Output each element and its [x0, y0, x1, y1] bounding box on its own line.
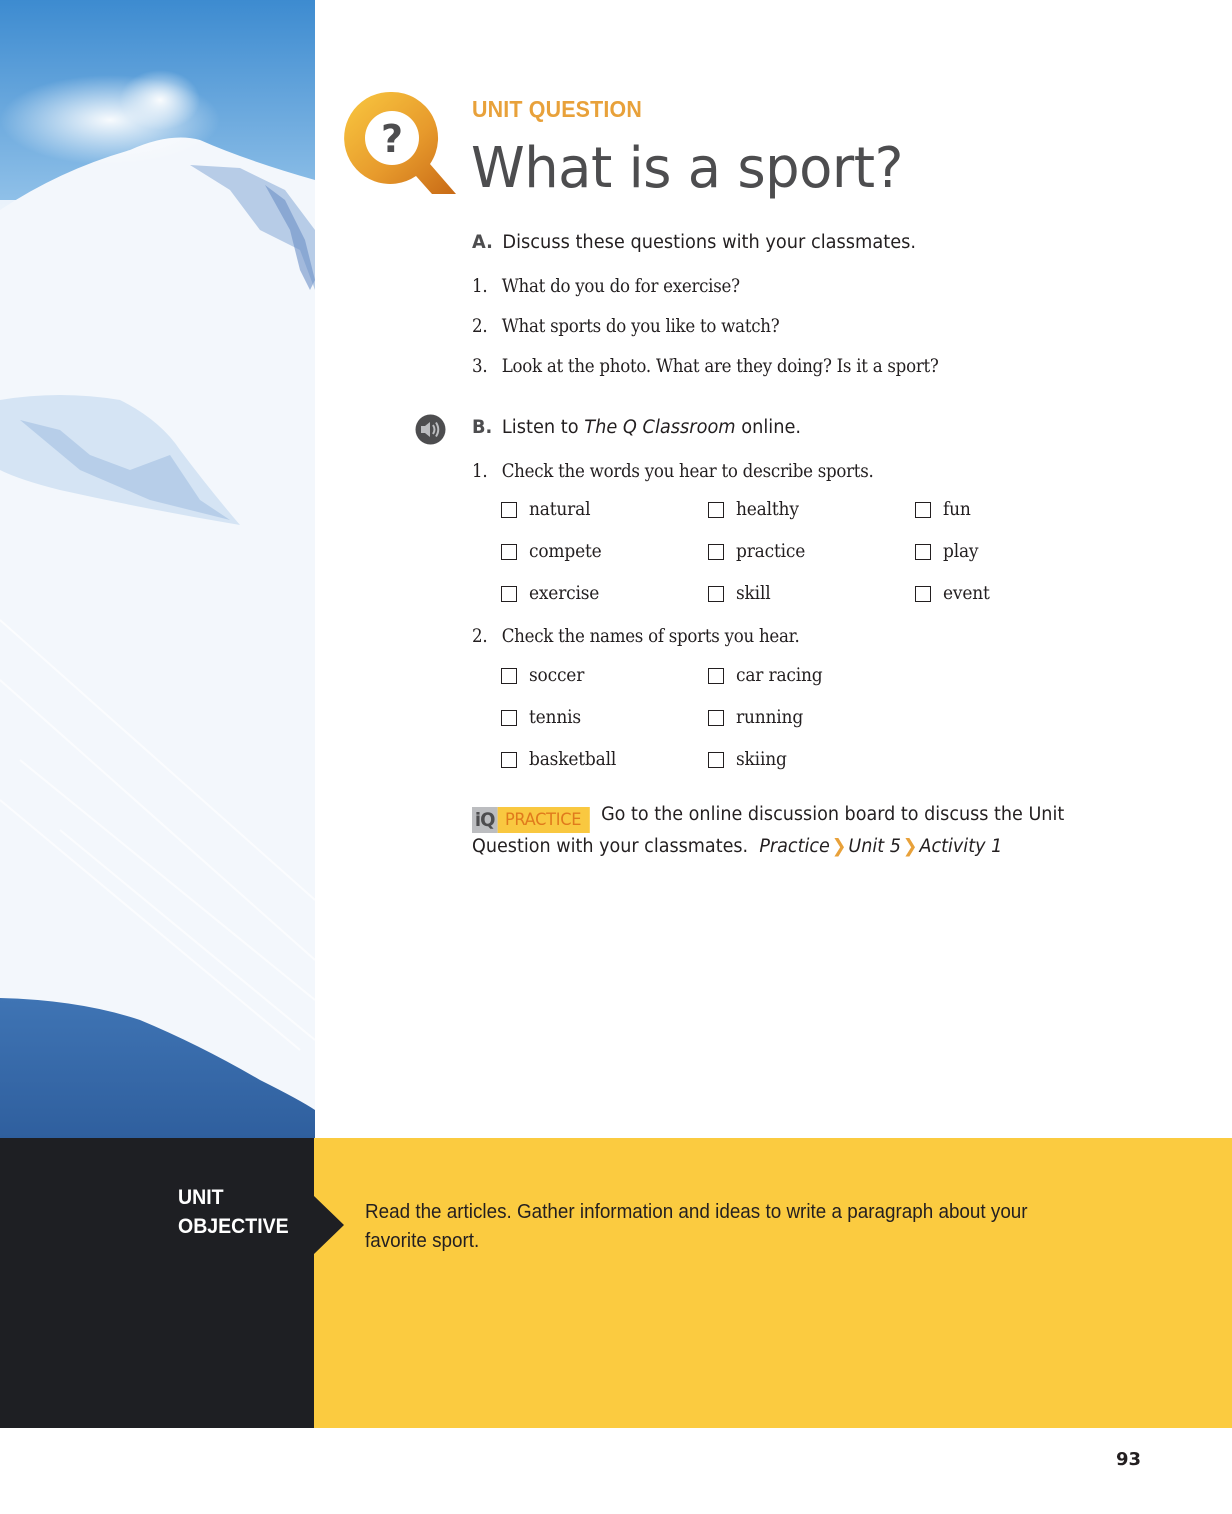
breadcrumb-activity[interactable]: Activity 1: [919, 836, 1002, 857]
checkbox-skiing[interactable]: skiing: [708, 749, 791, 770]
checkbox[interactable]: [501, 543, 517, 560]
iq-practice-note: iQ PRACTICE Go to the online discussion bo…: [472, 801, 1080, 861]
unit-objective-text: Read the articles. Gather information an…: [365, 1200, 1028, 1252]
checkbox-event[interactable]: event: [915, 583, 994, 604]
checkbox-skill[interactable]: skill: [708, 583, 773, 604]
checkbox[interactable]: [501, 501, 517, 518]
checkbox-exercise[interactable]: exercise: [501, 583, 605, 604]
checkbox[interactable]: [915, 585, 931, 602]
unit-objective-label: UNIT OBJECTIVE: [178, 1186, 289, 1238]
checkbox[interactable]: [915, 501, 931, 518]
section-instruction: Discuss these questions with your classm…: [502, 232, 917, 253]
checkbox[interactable]: [915, 543, 931, 560]
task-1-instruction: 1. Check the words you hear to describe s…: [472, 461, 874, 482]
page-title: What is a sport?: [471, 136, 903, 201]
checkbox[interactable]: [708, 751, 724, 768]
question-item: 3. Look at the photo. What are they doing…: [472, 356, 939, 377]
checkbox[interactable]: [708, 585, 724, 602]
section-letter: A.: [472, 232, 493, 253]
checkbox-basketball[interactable]: basketball: [501, 749, 624, 770]
checkbox-tennis[interactable]: tennis: [501, 707, 585, 728]
checkbox[interactable]: [501, 751, 517, 768]
photo-image: [0, 0, 315, 1138]
checkbox[interactable]: [501, 667, 517, 684]
q-question-mark-icon: ?: [344, 91, 456, 194]
practice-label: PRACTICE: [497, 807, 590, 833]
checkbox[interactable]: [708, 709, 724, 726]
checkbox-car-racing[interactable]: car racing: [708, 665, 830, 686]
checkbox-natural[interactable]: natural: [501, 499, 596, 520]
objective-text-panel: [314, 1138, 1232, 1428]
checkbox[interactable]: [501, 709, 517, 726]
checkbox[interactable]: [708, 501, 724, 518]
objective-label-panel: [0, 1138, 314, 1428]
speaker-audio-icon[interactable]: [415, 414, 446, 445]
checkbox-soccer[interactable]: soccer: [501, 665, 589, 686]
checkbox[interactable]: [708, 543, 724, 560]
mountain-photo: [0, 0, 315, 1138]
checkbox-healthy[interactable]: healthy: [708, 499, 804, 520]
unit-question-label: UNIT QUESTION: [472, 96, 642, 122]
chevron-right-icon: ❯: [902, 836, 918, 857]
checkbox-fun[interactable]: fun: [915, 499, 973, 520]
checkbox-compete[interactable]: compete: [501, 541, 608, 562]
breadcrumb: Practice ❯ Unit 5 ❯ Activity 1: [759, 836, 1002, 857]
question-item: 1. What do you do for exercise?: [472, 276, 740, 297]
q-classroom-title: The Q Classroom: [584, 417, 736, 438]
task-2-instruction: 2. Check the names of sports you hear.: [472, 626, 800, 647]
chevron-right-icon: ❯: [831, 836, 847, 857]
iq-logo-icon: iQ: [472, 807, 498, 833]
page-number: 93: [1116, 1449, 1142, 1470]
checkbox[interactable]: [501, 585, 517, 602]
breadcrumb-practice[interactable]: Practice: [759, 836, 830, 857]
checkbox[interactable]: [708, 667, 724, 684]
svg-text:?: ?: [381, 117, 403, 161]
checkbox-practice[interactable]: practice: [708, 541, 811, 562]
section-letter: B.: [472, 417, 493, 438]
iq-practice-badge[interactable]: iQ PRACTICE: [472, 807, 590, 833]
checkbox-play[interactable]: play: [915, 541, 981, 562]
section-b-heading: B. Listen to The Q Classroom online.: [472, 417, 802, 438]
objective-arrow-icon: [314, 1196, 344, 1254]
breadcrumb-unit[interactable]: Unit 5: [848, 836, 901, 857]
section-a-heading: A. Discuss these questions with your clas…: [472, 232, 916, 253]
question-item: 2. What sports do you like to watch?: [472, 316, 780, 337]
checkbox-running[interactable]: running: [708, 707, 809, 728]
